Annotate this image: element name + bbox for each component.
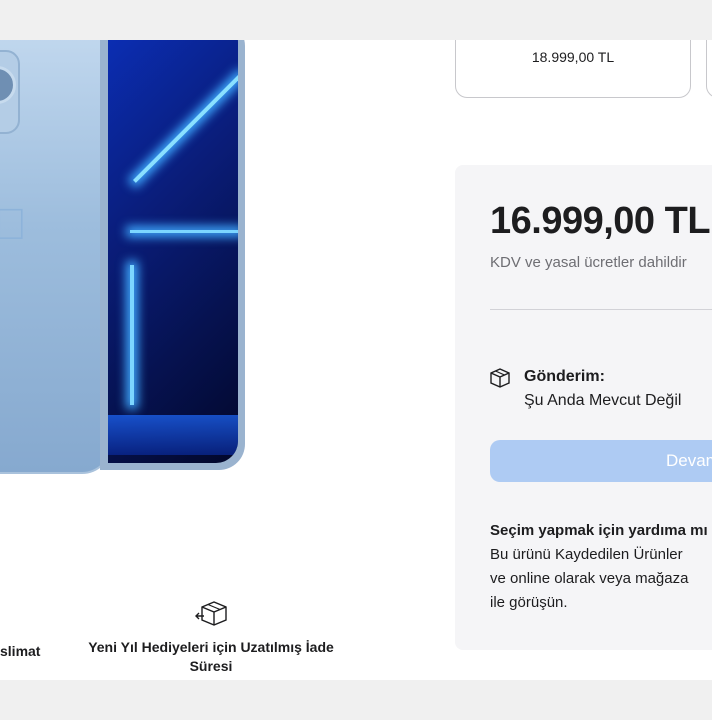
divider — [490, 309, 712, 310]
option-price: 18.999,00 TL — [531, 49, 615, 65]
feature-extended-returns: Yeni Yıl Hediyeleri için Uzatılmış İade … — [80, 598, 342, 676]
continue-button[interactable]: Devam — [490, 440, 712, 482]
feature-left-label: slimat — [0, 643, 41, 659]
shipping-status: Şu Anda Mevcut Değil — [524, 392, 682, 409]
shipping-label: Gönderim: — [524, 368, 605, 385]
apple-logo-icon:  — [0, 200, 27, 250]
phone-screen — [108, 40, 238, 463]
help-title: Seçim yapmak için yardıma mı — [490, 522, 708, 539]
product-image:  — [0, 40, 250, 474]
help-line: Bu ürünü Kaydedilen Ürünler — [490, 546, 683, 563]
product-price: 16.999,00 TL — [490, 200, 711, 242]
model-option-card[interactable]: 18.999,00 TL — [455, 40, 691, 98]
help-line: ve online olarak veya mağaza — [490, 570, 689, 587]
box-return-icon — [195, 601, 227, 626]
bottom-edge — [0, 680, 712, 720]
feature-extended-returns-label: Yeni Yıl Hediyeleri için Uzatılmış İade … — [88, 639, 334, 674]
help-line: ile görüşün. — [490, 594, 568, 611]
top-edge — [0, 0, 712, 40]
tax-note: KDV ve yasal ücretler dahildir — [490, 254, 687, 271]
product-page:  slimat Yeni Yıl Hediyeleri için Uzatıl… — [0, 40, 712, 680]
model-option-card-next[interactable] — [706, 40, 712, 98]
price-panel: 16.999,00 TL KDV ve yasal ücretler dahil… — [455, 165, 712, 650]
package-icon — [490, 368, 510, 388]
